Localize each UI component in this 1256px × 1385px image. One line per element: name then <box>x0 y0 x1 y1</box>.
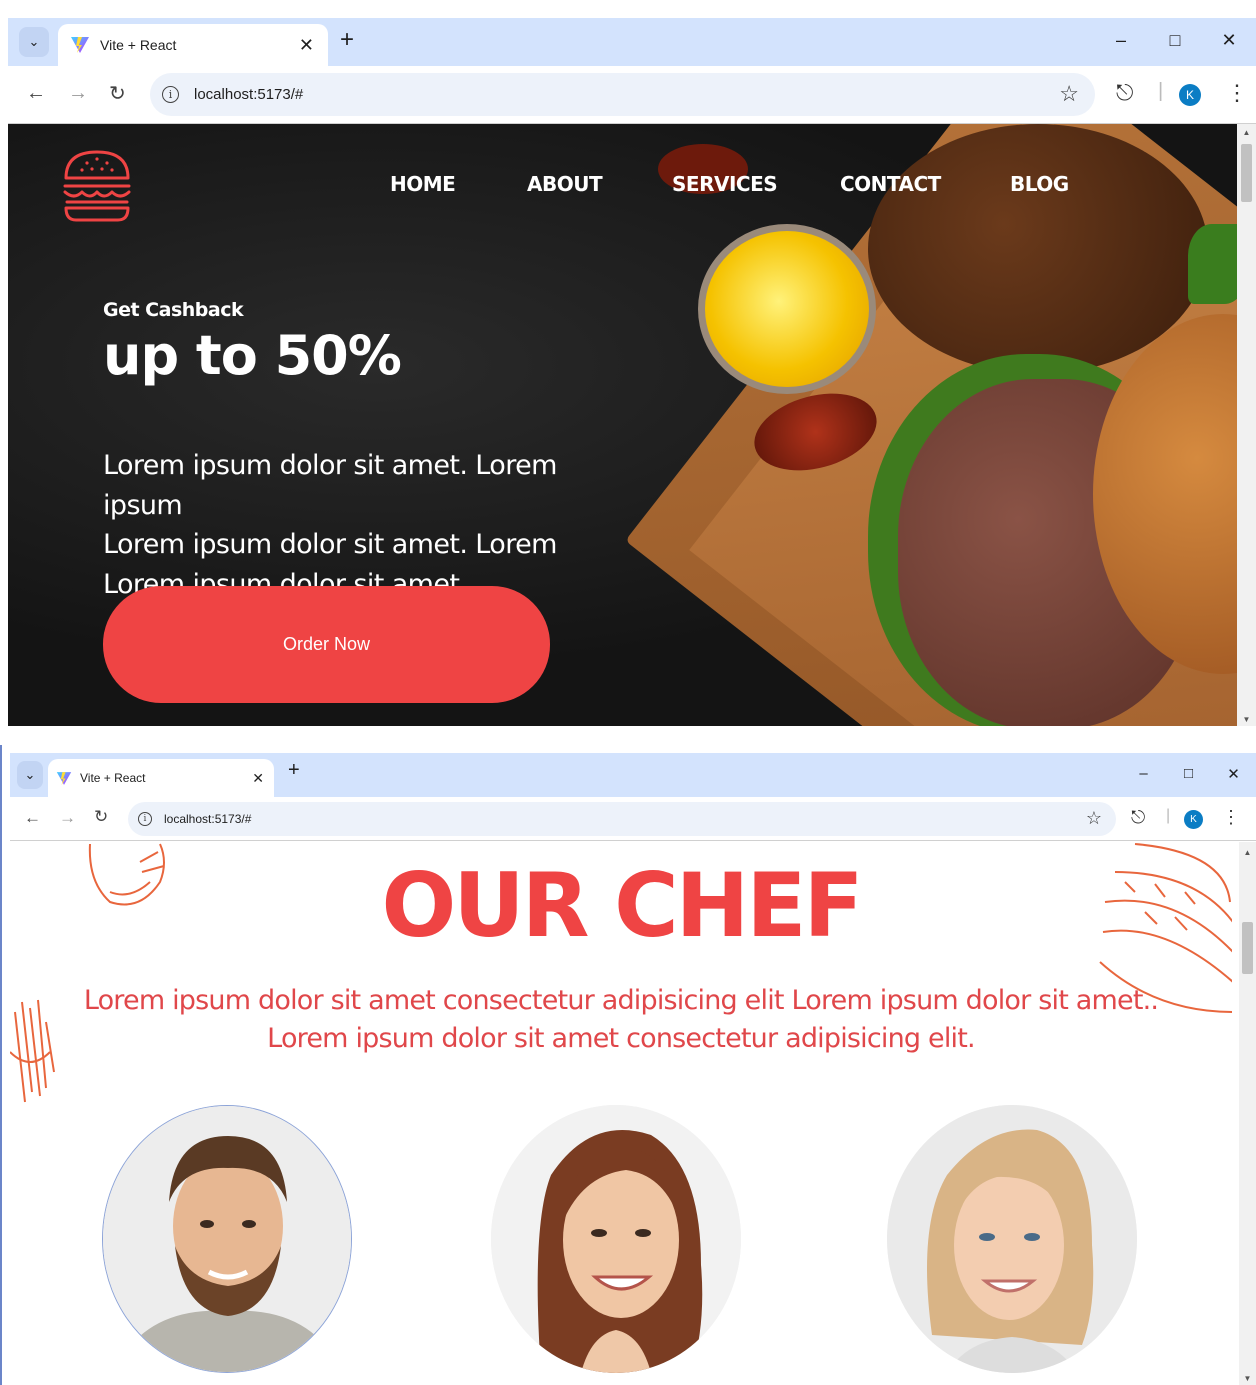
description-line: Lorem ipsum dolor sit amet consectetur a… <box>267 1023 975 1054</box>
window-controls: – □ ✕ <box>1094 30 1256 51</box>
section-description: Lorem ipsum dolor sit amet consectetur a… <box>50 982 1192 1058</box>
chevron-down-icon: ⌄ <box>24 767 36 782</box>
plus-icon[interactable]: + <box>340 26 354 54</box>
description-line: Lorem ipsum dolor sit amet consectetur a… <box>83 985 1159 1016</box>
chef-woman-blonde-image <box>887 1105 1137 1373</box>
chef-photo-man <box>102 1105 352 1373</box>
plus-icon[interactable]: + <box>288 759 300 782</box>
hero-line: Lorem ipsum dolor sit amet. Lorem <box>103 529 557 560</box>
address-bar[interactable]: i localhost:5173/# ☆ <box>150 73 1095 116</box>
star-icon[interactable]: ☆ <box>1059 81 1079 107</box>
info-icon[interactable]: i <box>162 86 179 103</box>
minimize-icon[interactable]: – <box>1094 30 1148 51</box>
tab-strip: ⌄ Vite + React ✕ + – □ ✕ <box>8 18 1256 66</box>
browser-tab[interactable]: Vite + React ✕ <box>48 759 274 797</box>
browser-window-chef: ⌄ Vite + React ✕ + – □ ✕ ← → ↻ i localho… <box>0 745 1256 1385</box>
nav-home[interactable]: HOME <box>390 172 456 196</box>
info-icon[interactable]: i <box>138 812 152 826</box>
scrollbar-thumb[interactable] <box>1241 144 1252 202</box>
back-icon[interactable]: ← <box>24 808 41 828</box>
url-text: localhost:5173/# <box>194 86 304 103</box>
close-window-icon[interactable]: ✕ <box>1211 765 1256 783</box>
page-scrollbar[interactable]: ▲ ▼ <box>1239 842 1256 1385</box>
forward-icon[interactable]: → <box>68 82 88 105</box>
chef-photo-woman-blonde <box>887 1105 1137 1373</box>
back-icon[interactable]: ← <box>26 82 46 105</box>
hero-line: Lorem ipsum dolor sit amet. Lorem ipsum <box>103 450 557 521</box>
herb-image <box>1188 224 1237 304</box>
chef-woman-brunette-image <box>491 1105 741 1373</box>
browser-window-hero: ⌄ Vite + React ✕ + – □ ✕ ← → ↻ i localho… <box>0 0 1256 726</box>
nav-blog[interactable]: BLOG <box>1010 172 1069 196</box>
burger-bun-image <box>868 124 1208 374</box>
background-window-edge <box>0 0 1256 18</box>
star-icon[interactable]: ☆ <box>1086 808 1102 829</box>
maximize-icon[interactable]: □ <box>1148 30 1202 51</box>
extensions-icon[interactable]: ⎋ <box>1131 807 1145 828</box>
close-icon[interactable]: ✕ <box>252 770 264 787</box>
browser-tab[interactable]: Vite + React ✕ <box>58 24 328 66</box>
scroll-up-icon[interactable]: ▲ <box>1237 128 1256 137</box>
menu-dots-icon[interactable]: ⋮ <box>1226 80 1248 106</box>
chef-man-image <box>103 1106 351 1372</box>
tab-title: Vite + React <box>100 37 177 53</box>
close-icon[interactable]: ✕ <box>299 35 314 56</box>
nav-about[interactable]: ABOUT <box>527 172 603 196</box>
mustard-sauce-image <box>705 231 869 387</box>
nav-contact[interactable]: CONTACT <box>840 172 941 196</box>
chef-photo-woman-brunette <box>491 1105 741 1373</box>
page-scrollbar[interactable]: ▲ ▼ <box>1237 124 1256 726</box>
close-window-icon[interactable]: ✕ <box>1202 30 1256 51</box>
tab-search-button[interactable]: ⌄ <box>17 761 43 789</box>
chevron-down-icon: ⌄ <box>28 34 40 49</box>
hero-section: HOME ABOUT SERVICES CONTACT BLOG Get Cas… <box>8 124 1237 726</box>
tab-title: Vite + React <box>80 771 146 785</box>
address-bar[interactable]: i localhost:5173/# ☆ <box>128 802 1116 836</box>
reload-icon[interactable]: ↻ <box>109 81 126 106</box>
hero-kicker: Get Cashback <box>103 299 244 321</box>
burger-logo-icon[interactable] <box>62 148 132 222</box>
chef-section: OUR CHEF Lorem ipsum dolor sit amet cons… <box>10 842 1232 1385</box>
tab-strip: ⌄ Vite + React ✕ + – □ ✕ <box>10 753 1256 797</box>
extensions-icon[interactable]: ⎋ <box>1116 80 1133 106</box>
scrollbar-thumb[interactable] <box>1242 922 1253 974</box>
toolbar-divider: | <box>1158 80 1164 102</box>
url-text: localhost:5173/# <box>164 812 252 826</box>
scroll-down-icon[interactable]: ▼ <box>1237 715 1256 724</box>
maximize-icon[interactable]: □ <box>1166 765 1211 783</box>
avatar[interactable]: K <box>1184 810 1203 829</box>
nav-services[interactable]: SERVICES <box>672 172 778 196</box>
hero-description: Lorem ipsum dolor sit amet. Lorem ipsum … <box>103 446 643 604</box>
section-title: OUR CHEF <box>381 854 863 957</box>
window-controls: – □ ✕ <box>1121 765 1256 783</box>
vite-icon <box>71 37 89 53</box>
menu-dots-icon[interactable]: ⋮ <box>1222 807 1240 828</box>
order-now-button[interactable]: Order Now <box>103 586 550 703</box>
reload-icon[interactable]: ↻ <box>94 807 108 827</box>
tab-search-button[interactable]: ⌄ <box>19 27 49 57</box>
browser-toolbar: ← → ↻ i localhost:5173/# ☆ ⎋ | K ⋮ <box>8 66 1256 124</box>
minimize-icon[interactable]: – <box>1121 765 1166 783</box>
scroll-up-icon[interactable]: ▲ <box>1239 848 1256 857</box>
toolbar-divider: | <box>1166 807 1171 824</box>
vite-icon <box>56 771 72 785</box>
scroll-down-icon[interactable]: ▼ <box>1239 1374 1256 1383</box>
window-edge <box>2 745 1256 753</box>
avatar[interactable]: K <box>1179 84 1201 106</box>
hero-headline: up to 50% <box>103 324 402 387</box>
browser-toolbar: ← → ↻ i localhost:5173/# ☆ ⎋ | K ⋮ <box>10 797 1256 841</box>
forward-icon[interactable]: → <box>59 808 76 828</box>
